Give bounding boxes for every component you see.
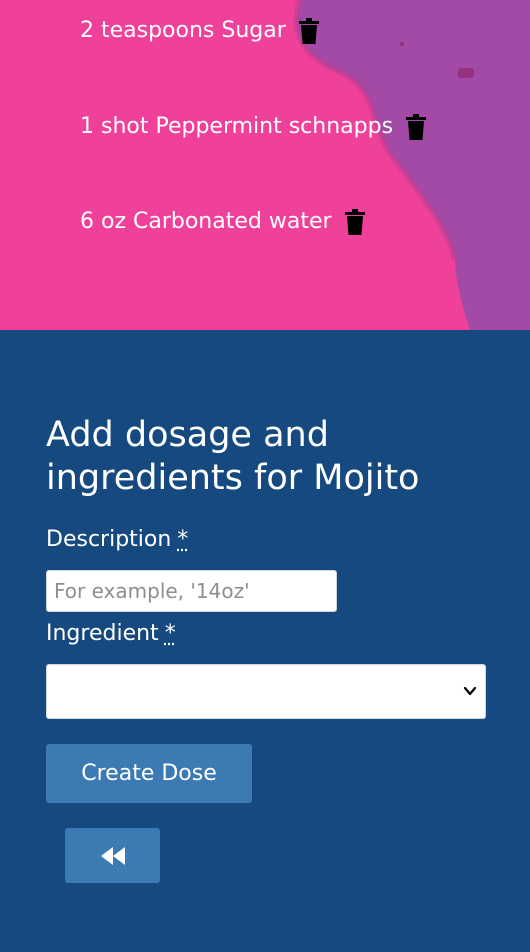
description-label: Description * <box>46 526 188 554</box>
trash-icon[interactable] <box>298 18 320 44</box>
dose-text: 2 teaspoons Sugar <box>80 18 286 43</box>
description-input[interactable] <box>46 570 337 612</box>
purple-blob-graphic <box>293 0 530 330</box>
ingredient-label-text: Ingredient <box>46 621 159 646</box>
dose-text: 6 oz Carbonated water <box>80 209 332 234</box>
required-marker: * <box>177 527 189 552</box>
create-dose-button[interactable]: Create Dose <box>46 744 252 803</box>
new-dose-form: Add dosage and ingredients for Mojito De… <box>0 330 530 952</box>
required-marker: * <box>164 621 176 646</box>
dose-text: 1 shot Peppermint schnapps <box>80 114 394 139</box>
dose-item: 6 oz Carbonated water <box>80 207 366 237</box>
trash-icon[interactable] <box>405 114 427 140</box>
description-label-text: Description <box>46 527 172 552</box>
hero-background: 2 teaspoons Sugar 1 shot Peppermint schn… <box>0 0 530 330</box>
ingredient-select[interactable] <box>46 664 486 719</box>
ingredient-label: Ingredient * <box>46 620 176 648</box>
fast-backward-icon <box>100 846 125 865</box>
trash-icon[interactable] <box>344 209 366 235</box>
dose-item: 2 teaspoons Sugar <box>80 16 320 46</box>
chevron-down-icon <box>463 686 477 696</box>
dose-item: 1 shot Peppermint schnapps <box>80 112 427 142</box>
form-title: Add dosage and ingredients for Mojito <box>46 415 420 498</box>
back-button[interactable] <box>65 828 160 883</box>
